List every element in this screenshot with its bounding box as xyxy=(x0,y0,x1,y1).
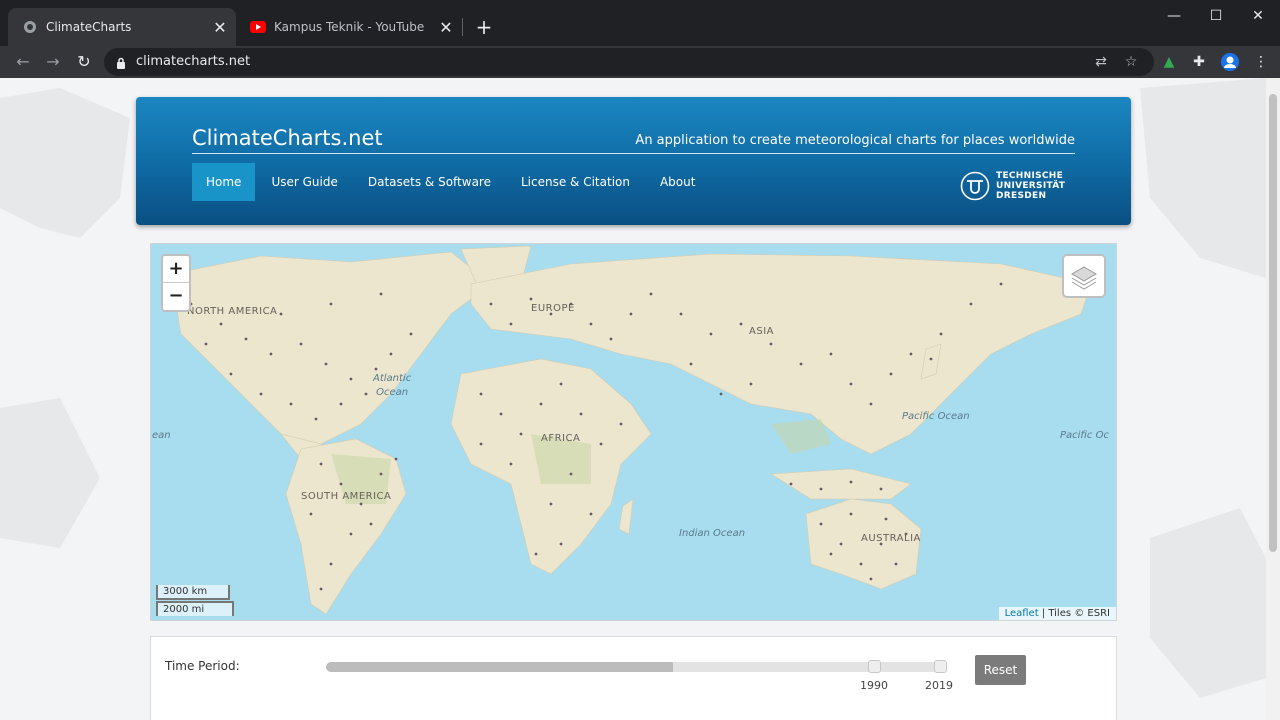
label-asia: ASIA xyxy=(749,326,774,337)
reset-button[interactable]: Reset xyxy=(975,655,1026,685)
menu-icon[interactable]: ⋮ xyxy=(1250,51,1272,73)
label-ocean-left: ean xyxy=(152,430,171,441)
slider-start-handle[interactable] xyxy=(868,660,881,673)
tab-title: Kampus Teknik - YouTube xyxy=(274,20,425,34)
site-title[interactable]: ClimateCharts.net xyxy=(192,126,383,150)
nav-user-guide[interactable]: User Guide xyxy=(257,163,351,201)
label-south-america: SOUTH AMERICA xyxy=(301,491,392,502)
label-indian-ocean: Indian Ocean xyxy=(679,528,746,539)
tab-bar: ClimateCharts ✕ Kampus Teknik - YouTube … xyxy=(0,0,1280,46)
translate-icon[interactable]: ⇄ xyxy=(1092,53,1110,71)
nav-about[interactable]: About xyxy=(646,163,709,201)
slider-fill xyxy=(326,662,674,672)
zoom-out-button[interactable]: − xyxy=(163,283,189,310)
tagline: An application to create meteorological … xyxy=(635,133,1075,148)
globe-icon xyxy=(22,19,38,35)
header-divider xyxy=(192,153,1075,154)
time-period-panel: Time Period: 1990 2019 Reset xyxy=(150,636,1117,720)
browser-toolbar: ← → ↻ climatecharts.net ⇄ ☆ ▲ ✚ ⋮ xyxy=(0,46,1280,78)
zoom-in-button[interactable]: + xyxy=(163,256,189,283)
tu-dresden-emblem-icon xyxy=(960,171,990,201)
lock-icon xyxy=(116,55,126,74)
layers-button[interactable] xyxy=(1062,254,1106,298)
tab-separator xyxy=(462,18,463,36)
scrollbar-thumb[interactable] xyxy=(1269,94,1277,552)
leaflet-link[interactable]: Leaflet xyxy=(1005,608,1039,619)
range-start-year: 1990 xyxy=(860,679,888,692)
bookmark-star-icon[interactable]: ☆ xyxy=(1122,53,1140,71)
map-attribution: Leaflet | Tiles © ESRI xyxy=(998,607,1116,620)
tab-title: ClimateCharts xyxy=(46,20,132,34)
main-nav: Home User Guide Datasets & Software Lice… xyxy=(192,163,711,201)
maximize-icon[interactable]: ☐ xyxy=(1196,8,1236,28)
label-atlantic-ocean: Atlantic Ocean xyxy=(373,373,412,398)
label-africa: AFRICA xyxy=(541,433,581,444)
tab-youtube[interactable]: Kampus Teknik - YouTube ✕ xyxy=(236,8,462,46)
page-scrollbar[interactable] xyxy=(1266,78,1280,720)
nav-home[interactable]: Home xyxy=(192,163,256,201)
map-tiles xyxy=(170,245,1092,615)
page-content: ClimateCharts.net An application to crea… xyxy=(0,78,1266,720)
minimize-icon[interactable]: — xyxy=(1154,8,1194,28)
tab-close-icon[interactable]: ✕ xyxy=(210,18,230,37)
url-text: climatecharts.net xyxy=(136,54,251,69)
forward-icon[interactable]: → xyxy=(42,51,64,73)
tu-dresden-logo[interactable]: TECHNISCHE UNIVERSITÄT DRESDEN xyxy=(960,171,1065,201)
site-header: ClimateCharts.net An application to crea… xyxy=(136,97,1131,225)
scale-km: 3000 km xyxy=(156,585,230,600)
time-period-slider[interactable] xyxy=(326,660,947,673)
label-pacific-ocean-right: Pacific Oc xyxy=(1060,430,1109,441)
extension-icon[interactable]: ▲ xyxy=(1158,51,1180,73)
zoom-control: + − xyxy=(161,254,191,312)
slider-end-handle[interactable] xyxy=(934,660,947,673)
address-bar[interactable]: climatecharts.net ⇄ ☆ xyxy=(104,48,1154,76)
reload-icon[interactable]: ↻ xyxy=(73,51,95,73)
puzzle-icon[interactable]: ✚ xyxy=(1188,51,1210,73)
youtube-icon xyxy=(250,19,266,35)
scale-mi: 2000 mi xyxy=(156,601,234,616)
back-icon[interactable]: ← xyxy=(12,51,34,73)
time-period-label: Time Period: xyxy=(165,659,240,673)
layers-icon xyxy=(1071,266,1097,290)
world-map[interactable]: NORTH AMERICA SOUTH AMERICA EUROPE AFRIC… xyxy=(150,243,1117,621)
nav-license-citation[interactable]: License & Citation xyxy=(507,163,644,201)
tab-close-icon[interactable]: ✕ xyxy=(436,18,456,37)
nav-datasets-software[interactable]: Datasets & Software xyxy=(354,163,505,201)
tab-climatecharts[interactable]: ClimateCharts ✕ xyxy=(8,8,236,46)
label-europe: EUROPE xyxy=(531,303,575,314)
tu-dresden-wordmark: TECHNISCHE UNIVERSITÄT DRESDEN xyxy=(996,171,1066,201)
label-australia: AUSTRALIA xyxy=(861,533,921,544)
new-tab-button[interactable]: + xyxy=(474,16,494,38)
label-north-america: NORTH AMERICA xyxy=(187,306,278,317)
label-pacific-ocean: Pacific Ocean xyxy=(902,411,970,422)
avatar[interactable] xyxy=(1219,51,1241,73)
close-icon[interactable]: ✕ xyxy=(1238,8,1278,28)
range-end-year: 2019 xyxy=(925,679,953,692)
